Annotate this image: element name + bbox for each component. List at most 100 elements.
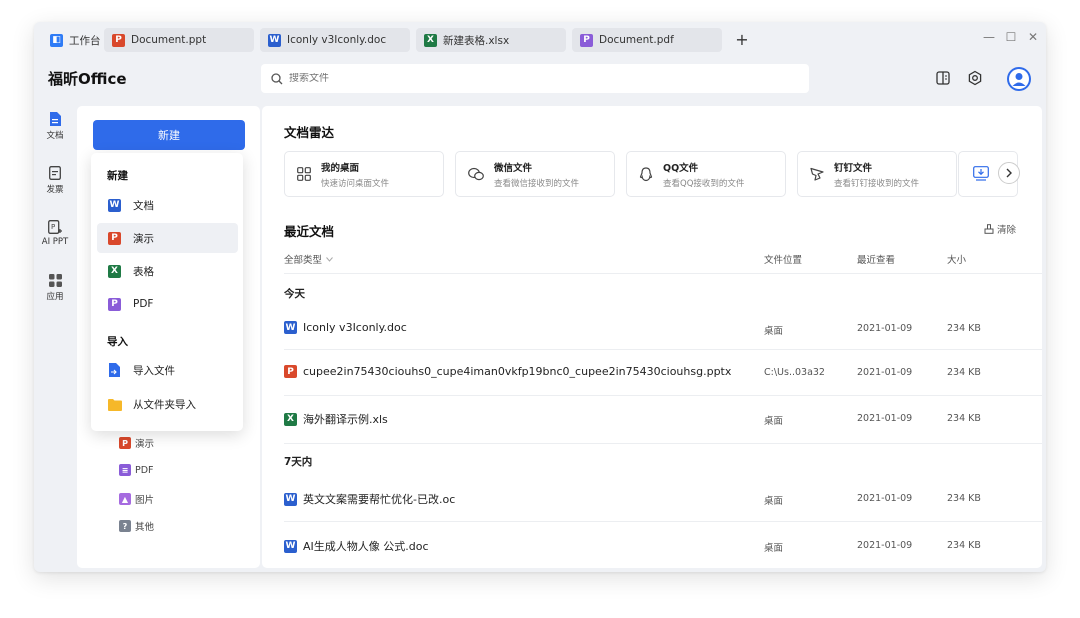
search-box[interactable] (261, 64, 809, 93)
type-filter[interactable]: 全部类型 (284, 252, 333, 266)
ai-ppt-icon: P (48, 220, 62, 234)
new-button[interactable]: 新建 (93, 120, 245, 150)
side-item-other[interactable]: ? 其他 (119, 519, 154, 533)
radar-card-title: QQ文件 (663, 162, 699, 174)
side-item-label: PDF (135, 464, 154, 476)
menu-item-spreadsheet[interactable]: X 表格 (97, 256, 238, 286)
file-name: 英文文案需要帮忙优化-已改.oc (303, 493, 456, 506)
search-icon (271, 72, 283, 84)
column-location: 文件位置 (764, 255, 803, 266)
pdf-file-icon: ≡ (119, 464, 131, 476)
rail-label: 发票 (46, 185, 64, 195)
svg-text:P: P (51, 223, 55, 231)
tab-bar: ◧ 工作台 P Document.ppt W Iconly v3Iconly.d… (34, 22, 1046, 60)
menu-item-label: 表格 (133, 265, 154, 278)
radar-card-desc: 查看QQ接收到的文件 (663, 178, 745, 189)
book-icon[interactable] (933, 68, 953, 88)
table-row[interactable]: W 英文文案需要帮忙优化-已改.oc 桌面 2021-01-09 234 KB (284, 477, 1042, 521)
excel-file-icon: X (108, 264, 121, 278)
file-name: Iconly v3Iconly.doc (303, 321, 407, 334)
radar-card-desc: 查看钉钉接收到的文件 (834, 178, 920, 189)
menu-item-label: 从文件夹导入 (133, 398, 196, 411)
excel-file-icon: X (424, 33, 437, 47)
dropdown-heading-new: 新建 (107, 170, 128, 182)
rail-item-documents[interactable]: 文档 (40, 112, 70, 141)
radar-title: 文档雷达 (284, 125, 335, 140)
file-name: cupee2in75430ciouhs0_cupe4iman0vkfp19bnc… (303, 365, 732, 378)
file-size: 234 KB (947, 493, 981, 504)
rail-item-ai-ppt[interactable]: P AI PPT (38, 220, 72, 247)
tab-label: 新建表格.xlsx (443, 34, 510, 47)
tab-new-sheet[interactable]: X 新建表格.xlsx (416, 28, 566, 52)
ppt-file-icon: P (284, 365, 297, 378)
menu-item-pdf[interactable]: P PDF (97, 289, 238, 319)
dropdown-heading-import: 导入 (107, 336, 128, 348)
header-divider (284, 273, 1042, 274)
avatar[interactable] (1006, 66, 1032, 92)
tab-document-pdf[interactable]: P Document.pdf (572, 28, 722, 52)
side-item-pdf[interactable]: ≡ PDF (119, 464, 154, 476)
close-button[interactable]: ✕ (1026, 30, 1040, 44)
clear-label: 清除 (997, 225, 1017, 236)
row-divider (284, 395, 1042, 396)
invoice-icon (49, 166, 61, 180)
home-icon: ◧ (50, 33, 63, 47)
tab-label: 工作台 (69, 34, 101, 47)
column-size: 大小 (947, 255, 967, 266)
radar-card-wechat[interactable]: 微信文件 查看微信接收到的文件 (455, 151, 615, 197)
table-row[interactable]: W Iconly v3Iconly.doc 桌面 2021-01-09 234 K… (284, 307, 1042, 351)
group-label-7days: 7天内 (284, 456, 313, 468)
table-row[interactable]: Pcupee2in75430ciouhs0_cupe4iman0vkfp19bn… (284, 351, 1042, 395)
app-brand: 福昕Office (48, 70, 127, 88)
document-icon (50, 112, 61, 126)
pdf-file-icon: P (108, 297, 121, 311)
file-location: C:\Us..03a32 (764, 367, 825, 378)
rail-item-apps[interactable]: 应用 (40, 274, 70, 302)
file-location: 桌面 (764, 326, 784, 337)
import-file-icon (109, 363, 120, 377)
menu-item-presentation[interactable]: P 演示 (97, 223, 238, 253)
table-row[interactable]: X 海外翻译示例.xls 桌面 2021-01-09 234 KB (284, 397, 1042, 441)
main-content: 文档雷达 我的桌面 快速访问桌面文件 微信文件 查看微信接收到的文件 QQ文件查看Q… (262, 106, 1042, 568)
word-file-icon: W (268, 33, 281, 47)
menu-item-import-file[interactable]: 导入文件 (97, 355, 238, 385)
file-date: 2021-01-09 (857, 413, 913, 424)
file-name: 海外翻译示例.xls (303, 413, 388, 426)
menu-item-label: PDF (133, 298, 154, 310)
chevron-down-icon (326, 256, 333, 262)
download-icon (973, 166, 989, 181)
add-tab-button[interactable]: + (732, 30, 752, 49)
side-item-presentation[interactable]: P 演示 (119, 436, 154, 450)
radar-card-qq[interactable]: QQ文件查看QQ接收到的文件 (626, 151, 786, 197)
side-item-label: 图片 (135, 495, 155, 506)
radar-card-desc: 查看微信接收到的文件 (494, 178, 580, 189)
file-location: 桌面 (764, 543, 784, 554)
side-item-label: 其他 (135, 522, 155, 533)
rail-item-invoice[interactable]: 发票 (40, 166, 70, 195)
search-input[interactable] (289, 73, 789, 84)
qq-icon (639, 166, 653, 181)
minimize-button[interactable]: — (982, 30, 996, 44)
tab-workbench[interactable]: ◧ 工作台 (42, 28, 104, 52)
radar-next-button[interactable] (998, 162, 1020, 184)
rail-label: 应用 (46, 292, 64, 302)
table-row[interactable]: W AI生成人物人像 公式.doc 桌面 2021-01-09 234 KB (284, 524, 1042, 568)
side-item-image[interactable]: ▲ 图片 (119, 492, 154, 506)
tab-iconly-doc[interactable]: W Iconly v3Iconly.doc (260, 28, 410, 52)
radar-card-desktop[interactable]: 我的桌面 快速访问桌面文件 (284, 151, 444, 197)
new-dropdown-menu: 新建 W 文档 P 演示 X 表格 P PDF 导入 导入文件 从文件夹导入 (91, 153, 243, 431)
radar-card-title: 钉钉文件 (834, 162, 873, 174)
radar-card-dingtalk[interactable]: 钉钉文件查看钉钉接收到的文件 (797, 151, 957, 197)
maximize-button[interactable]: ☐ (1004, 30, 1018, 44)
dingtalk-icon (810, 167, 824, 181)
menu-item-document[interactable]: W 文档 (97, 190, 238, 220)
gear-icon[interactable] (965, 68, 985, 88)
tab-label: Document.ppt (131, 34, 207, 46)
tab-document-ppt[interactable]: P Document.ppt (104, 28, 254, 52)
clear-button[interactable]: 清除 (984, 222, 1016, 236)
menu-item-import-folder[interactable]: 从文件夹导入 (97, 389, 238, 419)
file-size: 234 KB (947, 413, 981, 424)
other-file-icon: ? (119, 520, 131, 532)
wechat-icon (468, 167, 484, 181)
file-location: 桌面 (764, 416, 784, 427)
